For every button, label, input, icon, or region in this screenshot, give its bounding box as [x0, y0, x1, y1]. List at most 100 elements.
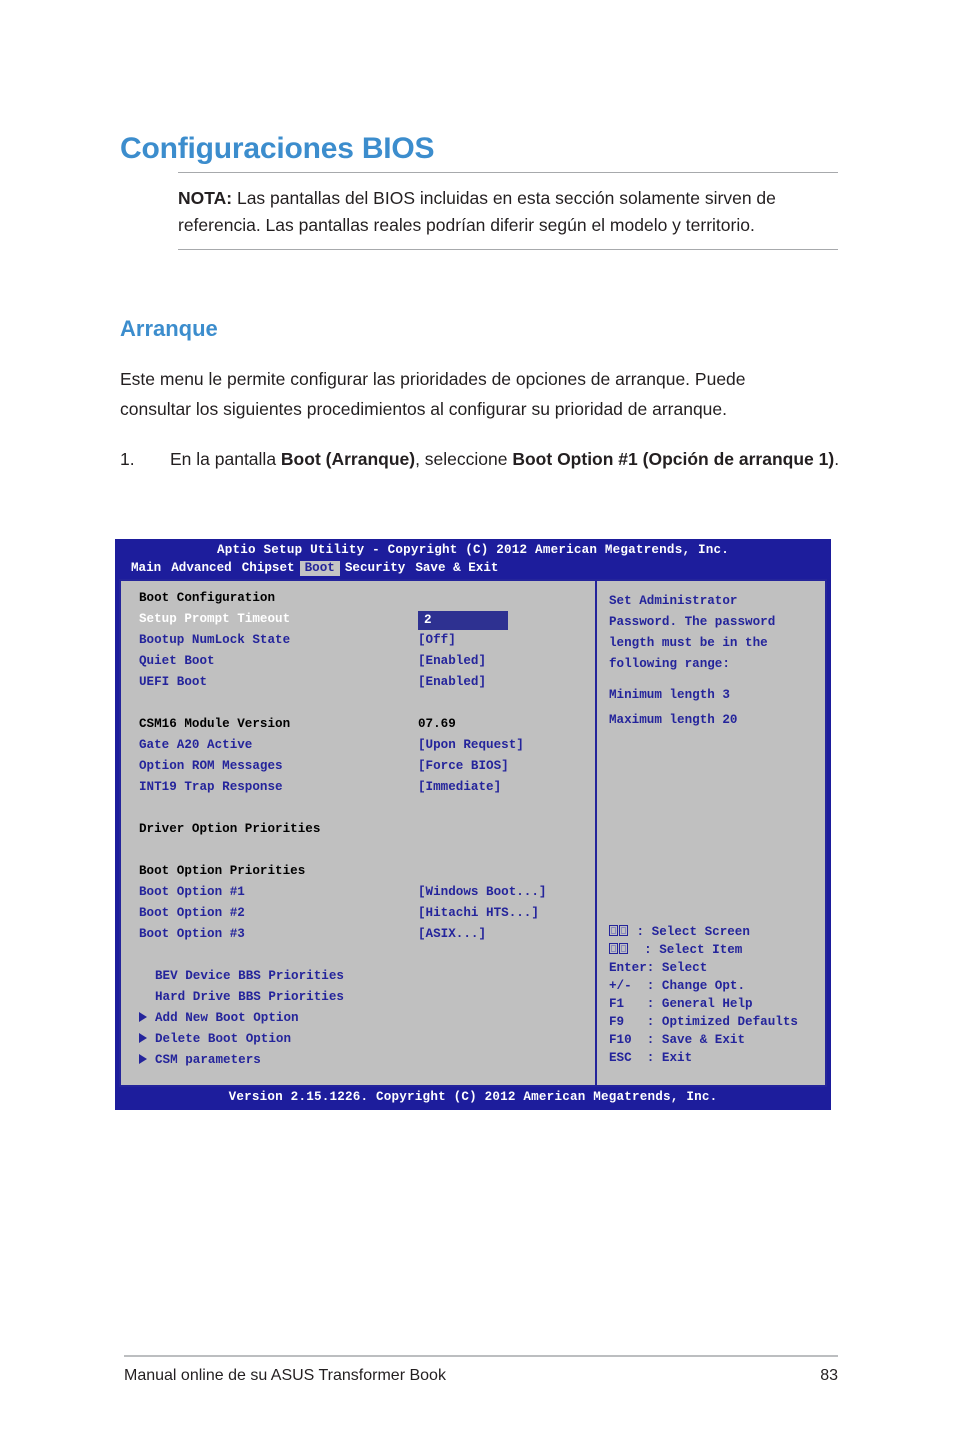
bios-setting-label: Gate A20 Active	[139, 738, 253, 752]
bios-key-row: Enter: Select	[609, 959, 798, 977]
bios-key-row: ESC : Exit	[609, 1049, 798, 1067]
bios-help-line: Set Administrator	[609, 594, 738, 608]
bios-right-panel: Set Administrator Password. The password l…	[595, 581, 825, 1085]
bios-setting-label: Bootup NumLock State	[139, 633, 291, 647]
bios-setting-value[interactable]: [Enabled]	[418, 675, 486, 690]
footer-page-number: 83	[820, 1367, 838, 1384]
bios-boot-option-value[interactable]: [Hitachi HTS...]	[418, 906, 539, 921]
bios-info-label: CSM16 Module Version	[139, 717, 291, 731]
bios-group-title-driver-option-priorities: Driver Option Priorities	[139, 822, 595, 843]
step-number: 1.	[120, 449, 135, 469]
note-callout: NOTA: Las pantallas del BIOS incluidas e…	[178, 172, 838, 250]
bios-setting-value[interactable]: [Upon Request]	[418, 738, 524, 753]
bios-help-text: Set Administrator Password. The password l…	[609, 591, 825, 731]
bios-boot-option-row[interactable]: Boot Option #3 [ASIX...]	[139, 927, 595, 948]
bios-setting-row[interactable]: Setup Prompt Timeout 2	[139, 611, 595, 633]
bios-help-line: Password. The password	[609, 615, 776, 629]
bios-setting-value[interactable]: [Immediate]	[418, 780, 501, 795]
bios-setting-label: UEFI Boot	[139, 675, 208, 689]
bios-submenu-row[interactable]: BEV Device BBS Priorities	[155, 969, 595, 990]
bios-group-title-boot-option-priorities: Boot Option Priorities	[139, 864, 595, 885]
bios-body: Boot Configuration Setup Prompt Timeout 2 B…	[119, 579, 827, 1087]
bios-key-row: F10 : Save & Exit	[609, 1031, 798, 1049]
bios-submenu-row[interactable]: Delete Boot Option	[139, 1032, 595, 1053]
bios-submenu-label: BEV Device BBS Priorities	[155, 969, 344, 983]
bios-boot-option-row[interactable]: Boot Option #1 [Windows Boot...]	[139, 885, 595, 906]
bios-tab-boot[interactable]: Boot	[299, 561, 340, 576]
bios-setting-row[interactable]: Quiet Boot [Enabled]	[139, 654, 595, 675]
bios-group-title-label: Boot Configuration	[139, 591, 276, 605]
bios-screenshot: Aptio Setup Utility - Copyright (C) 2012…	[115, 539, 831, 1110]
note-rule-bottom	[178, 249, 838, 250]
bios-setting-label: Setup Prompt Timeout	[139, 612, 291, 626]
bios-setting-label: INT19 Trap Response	[139, 780, 283, 794]
bios-tab-save-exit[interactable]: Save & Exit	[410, 561, 503, 576]
note-body-text: Las pantallas del BIOS incluidas en esta…	[178, 188, 776, 235]
bios-help-line: following range:	[609, 657, 730, 671]
bios-key-text: : Select Screen	[629, 925, 750, 939]
bios-submenu-row[interactable]: CSM parameters	[139, 1053, 595, 1074]
bios-info-row-csm16-module-version: CSM16 Module Version 07.69	[139, 717, 595, 738]
bios-setting-row[interactable]: Gate A20 Active [Upon Request]	[139, 738, 595, 759]
bios-submenu-row[interactable]: Hard Drive BBS Priorities	[155, 990, 595, 1011]
bios-key-row: : Select Screen	[609, 923, 798, 941]
bios-setting-value[interactable]: [Force BIOS]	[418, 759, 509, 774]
bios-tab-main[interactable]: Main	[126, 561, 166, 576]
bios-boot-option-value[interactable]: [Windows Boot...]	[418, 885, 546, 900]
bios-group-title-label: Driver Option Priorities	[139, 822, 321, 836]
bios-key-text: +/- : Change Opt.	[609, 979, 746, 993]
bios-setting-row[interactable]: UEFI Boot [Enabled]	[139, 675, 595, 696]
bios-key-text: F10 : Save & Exit	[609, 1033, 746, 1047]
bios-setting-value[interactable]: 2	[418, 611, 508, 630]
bios-boot-option-label: Boot Option #3	[139, 927, 245, 941]
bios-setting-row[interactable]: Bootup NumLock State [Off]	[139, 633, 595, 654]
bios-setting-row[interactable]: INT19 Trap Response [Immediate]	[139, 780, 595, 801]
bios-tab-chipset[interactable]: Chipset	[237, 561, 300, 576]
bios-key-row: F9 : Optimized Defaults	[609, 1013, 798, 1031]
step-item: 1. En la pantalla Boot (Arranque), selec…	[120, 444, 840, 474]
step-part2: , seleccione	[415, 449, 513, 469]
section-heading: Arranque	[120, 316, 218, 342]
bios-boot-option-row[interactable]: Boot Option #2 [Hitachi HTS...]	[139, 906, 595, 927]
bios-key-row: F1 : General Help	[609, 995, 798, 1013]
bios-setting-value[interactable]: [Off]	[418, 633, 456, 648]
step-bold2: Boot Option #1 (Opción de arranque 1)	[512, 449, 835, 469]
step-bold1: Boot (Arranque)	[280, 449, 416, 469]
bios-info-value: 07.69	[418, 717, 456, 731]
bios-menu-bar[interactable]: Main Advanced Chipset Boot Security Save & Ex…	[116, 560, 830, 578]
bios-key-text: F9 : Optimized Defaults	[609, 1015, 798, 1029]
triangle-right-icon	[139, 1054, 147, 1064]
bios-tab-security[interactable]: Security	[340, 561, 410, 576]
arrow-key-glyph-icon	[609, 925, 618, 936]
bios-boot-option-value[interactable]: [ASIX...]	[418, 927, 486, 942]
footer-title: Manual online de su ASUS Transformer Boo…	[124, 1367, 446, 1384]
step-part1: En la pantalla	[170, 449, 281, 469]
step-text: En la pantalla Boot (Arranque), seleccio…	[170, 444, 840, 474]
bios-version-bar: Version 2.15.1226. Copyright (C) 2012 Am…	[228, 1090, 718, 1104]
bios-submenu-label: Hard Drive BBS Priorities	[155, 990, 344, 1004]
bios-help-max-length: Maximum length 20	[609, 713, 738, 727]
footer-rule	[124, 1355, 838, 1357]
bios-setting-row[interactable]: Option ROM Messages [Force BIOS]	[139, 759, 595, 780]
bios-key-text: Enter: Select	[609, 961, 708, 975]
bios-spacer	[139, 843, 595, 864]
bios-setting-value[interactable]: [Enabled]	[418, 654, 486, 669]
bios-help-gap	[609, 675, 825, 685]
section-paragraph: Este menu le permite configurar las prio…	[120, 368, 746, 419]
bios-setting-label: Option ROM Messages	[139, 759, 283, 773]
bios-help-min-length: Minimum length 3	[609, 688, 730, 702]
bios-tab-advanced[interactable]: Advanced	[166, 561, 236, 576]
document-page: Configuraciones BIOS NOTA: Las pantallas…	[0, 0, 954, 1438]
triangle-right-icon	[139, 1033, 147, 1043]
bios-group-title-boot-configuration: Boot Configuration	[139, 591, 595, 612]
note-label: NOTA:	[178, 188, 233, 208]
bios-help-line: length must be in the	[609, 636, 768, 650]
arrow-key-glyph-icon	[609, 943, 618, 954]
bios-left-panel: Boot Configuration Setup Prompt Timeout 2 B…	[121, 581, 595, 1085]
bios-submenu-row[interactable]: Add New Boot Option	[139, 1011, 595, 1032]
bios-spacer	[139, 948, 595, 969]
bios-key-text: F1 : General Help	[609, 997, 753, 1011]
bios-boot-option-label: Boot Option #1	[139, 885, 245, 899]
arrow-key-glyph-icon	[619, 943, 628, 954]
bios-submenu-label: Add New Boot Option	[155, 1011, 299, 1025]
